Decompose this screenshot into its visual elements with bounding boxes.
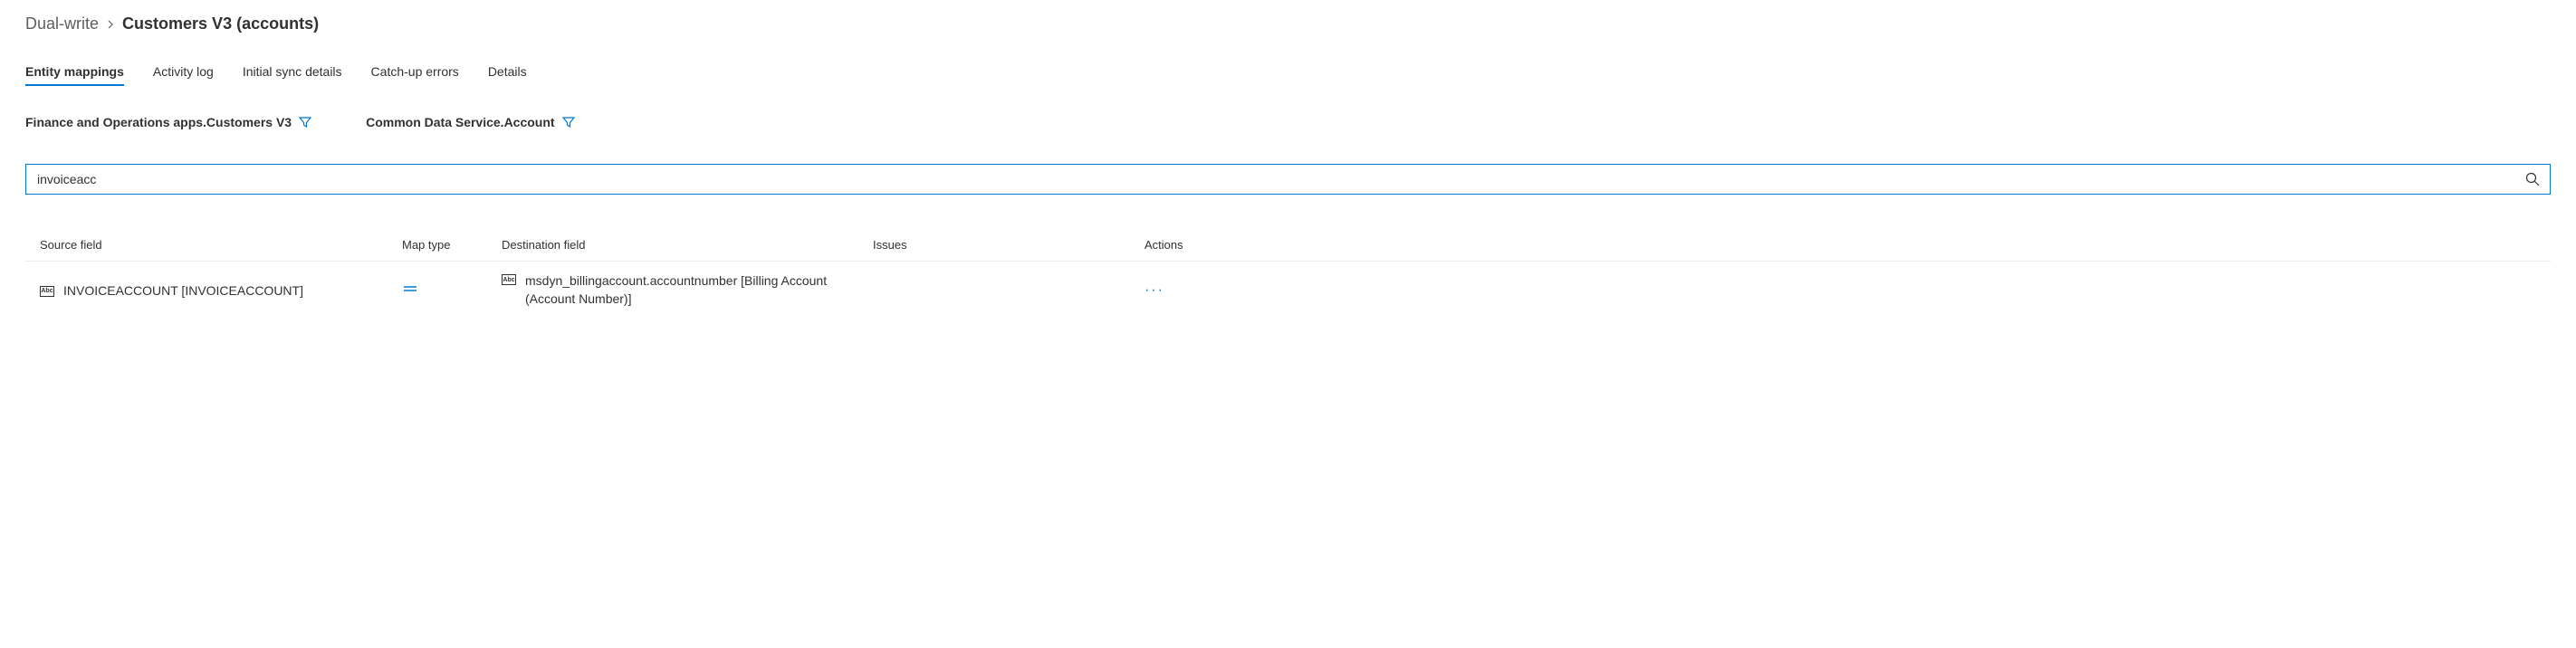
tab-details[interactable]: Details [488,59,527,86]
header-destination[interactable]: Destination field [502,238,873,252]
filter-row: Finance and Operations apps.Customers V3… [25,115,2551,129]
table-row[interactable]: Abc INVOICEACCOUNT [INVOICEACCOUNT] Abc … [25,262,2551,319]
cell-actions: ··· [1144,282,2536,299]
tab-activity-log[interactable]: Activity log [153,59,214,86]
tab-initial-sync-details[interactable]: Initial sync details [243,59,342,86]
filter-icon[interactable] [562,116,575,129]
header-actions[interactable]: Actions [1144,238,2536,252]
breadcrumb-current: Customers V3 (accounts) [122,14,319,33]
filter-destination-label: Common Data Service.Account [366,115,555,129]
cell-maptype [402,281,502,300]
filter-source: Finance and Operations apps.Customers V3 [25,115,311,129]
filter-source-label: Finance and Operations apps.Customers V3 [25,115,292,129]
header-maptype[interactable]: Map type [402,238,502,252]
cell-destination: Abc msdyn_billingaccount.accountnumber [… [502,272,873,308]
search-wrapper [25,164,2551,195]
more-actions-icon[interactable]: ··· [1144,282,1164,298]
breadcrumb-parent[interactable]: Dual-write [25,14,99,33]
source-field-text: INVOICEACCOUNT [INVOICEACCOUNT] [63,283,303,298]
tab-catch-up-errors[interactable]: Catch-up errors [371,59,459,86]
text-field-type-icon: Abc [502,274,516,285]
filter-destination: Common Data Service.Account [366,115,575,129]
chevron-right-icon [106,17,115,32]
destination-field-text: msdyn_billingaccount.accountnumber [Bill… [525,272,873,308]
equals-maptype-icon[interactable] [402,281,418,300]
filter-icon[interactable] [299,116,311,129]
header-issues[interactable]: Issues [873,238,1144,252]
tab-entity-mappings[interactable]: Entity mappings [25,59,124,86]
table-header: Source field Map type Destination field … [25,229,2551,262]
header-source[interactable]: Source field [40,238,402,252]
tabs: Entity mappings Activity log Initial syn… [25,59,2551,86]
breadcrumb: Dual-write Customers V3 (accounts) [25,14,2551,33]
search-icon[interactable] [2525,172,2540,186]
text-field-type-icon: Abc [40,286,54,297]
cell-source: Abc INVOICEACCOUNT [INVOICEACCOUNT] [40,283,402,298]
mapping-table: Source field Map type Destination field … [25,229,2551,319]
search-input[interactable] [25,164,2551,195]
